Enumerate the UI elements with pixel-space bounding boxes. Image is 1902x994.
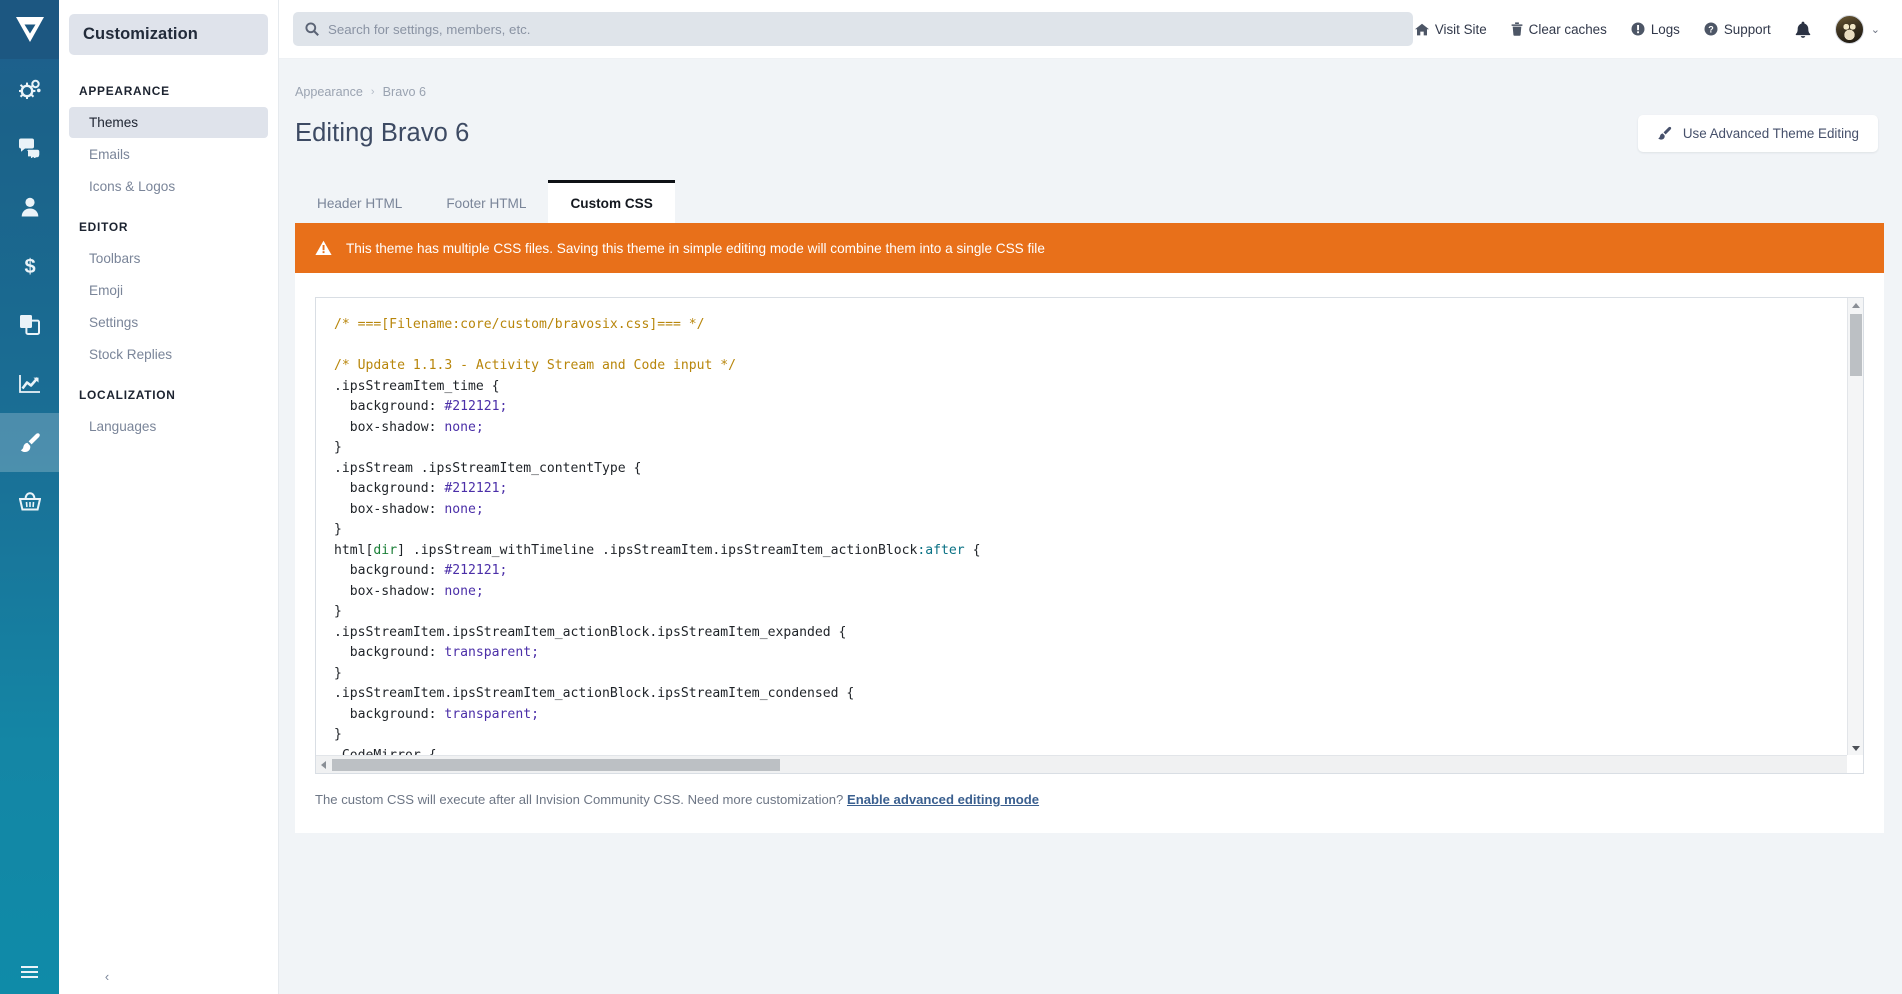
breadcrumb-item-appearance[interactable]: Appearance xyxy=(295,85,363,99)
breadcrumb: Appearance › Bravo 6 xyxy=(279,59,1902,99)
paintbrush-icon xyxy=(19,432,41,454)
multiple-css-files-alert: This theme has multiple CSS files. Savin… xyxy=(295,223,1884,273)
rail-item-stats[interactable] xyxy=(0,354,59,413)
chevron-left-icon: ‹ xyxy=(105,969,109,984)
scroll-left-arrow-icon[interactable] xyxy=(316,761,330,769)
sidebar-collapse-button[interactable]: ‹ xyxy=(95,958,119,994)
trash-icon xyxy=(1511,22,1523,36)
visit-site-link[interactable]: Visit Site xyxy=(1415,22,1487,37)
info-circle-icon xyxy=(1631,22,1645,36)
secondary-sidebar: Customization APPEARANCE Themes Emails I… xyxy=(59,0,279,994)
top-nav: Visit Site Clear caches Logs ? xyxy=(1415,15,1880,44)
rail-item-pages[interactable] xyxy=(0,295,59,354)
sidebar-group-appearance: APPEARANCE xyxy=(59,67,278,106)
enable-advanced-editing-mode-link[interactable]: Enable advanced editing mode xyxy=(847,792,1039,807)
invision-community-logo[interactable] xyxy=(0,0,59,59)
chart-line-icon xyxy=(19,374,41,394)
sidebar-group-editor: EDITOR xyxy=(59,203,278,242)
basket-icon xyxy=(19,492,41,511)
comments-icon xyxy=(18,138,41,158)
rail-item-commerce[interactable]: $ xyxy=(0,236,59,295)
clear-caches-label: Clear caches xyxy=(1529,22,1607,37)
editor-vertical-scrollbar[interactable] xyxy=(1847,298,1863,755)
editor-wrapper: /* ===[Filename:core/custom/bravosix.css… xyxy=(295,273,1884,774)
main-column: Visit Site Clear caches Logs ? xyxy=(279,0,1902,994)
tab-header-html[interactable]: Header HTML xyxy=(295,180,424,223)
sidebar-item-settings[interactable]: Settings xyxy=(69,307,268,338)
sidebar-title: Customization xyxy=(69,14,268,55)
page-header: Editing Bravo 6 Use Advanced Theme Editi… xyxy=(279,99,1902,152)
chevron-down-icon: ⌄ xyxy=(1871,23,1880,36)
alert-text: This theme has multiple CSS files. Savin… xyxy=(346,241,1045,256)
editor-horizontal-scrollbar[interactable] xyxy=(316,755,1847,773)
top-bar: Visit Site Clear caches Logs ? xyxy=(279,0,1902,59)
editor-footer-note: The custom CSS will execute after all In… xyxy=(295,774,1884,833)
breadcrumb-item-theme[interactable]: Bravo 6 xyxy=(383,85,426,99)
home-icon xyxy=(1415,23,1429,36)
advanced-button-label: Use Advanced Theme Editing xyxy=(1683,126,1859,141)
scroll-down-arrow-icon[interactable] xyxy=(1848,741,1864,755)
search-input[interactable] xyxy=(328,22,1401,37)
content-area: Appearance › Bravo 6 Editing Bravo 6 Use… xyxy=(279,59,1902,994)
hamburger-icon xyxy=(21,966,38,978)
use-advanced-theme-editing-button[interactable]: Use Advanced Theme Editing xyxy=(1638,115,1878,152)
sidebar-item-languages[interactable]: Languages xyxy=(69,411,268,442)
page-title: Editing Bravo 6 xyxy=(295,119,469,148)
visit-site-label: Visit Site xyxy=(1435,22,1487,37)
clear-caches-link[interactable]: Clear caches xyxy=(1511,22,1607,37)
svg-text:?: ? xyxy=(1708,25,1714,35)
support-label: Support xyxy=(1724,22,1771,37)
rail-item-members[interactable] xyxy=(0,177,59,236)
code-editor-content[interactable]: /* ===[Filename:core/custom/bravosix.css… xyxy=(316,298,1847,755)
sidebar-item-toolbars[interactable]: Toolbars xyxy=(69,243,268,274)
question-circle-icon: ? xyxy=(1704,22,1718,36)
gears-icon xyxy=(19,79,41,99)
sidebar-item-emoji[interactable]: Emoji xyxy=(69,275,268,306)
rail-menu-toggle[interactable] xyxy=(0,950,59,994)
notifications-button[interactable] xyxy=(1795,21,1811,38)
user-menu[interactable]: ⌄ xyxy=(1835,15,1880,44)
avatar xyxy=(1835,15,1864,44)
dollar-icon: $ xyxy=(23,255,37,277)
sidebar-group-localization: LOCALIZATION xyxy=(59,371,278,410)
svg-text:$: $ xyxy=(24,256,35,277)
rail-item-store[interactable] xyxy=(0,472,59,531)
bell-icon xyxy=(1795,21,1811,38)
paintbrush-icon xyxy=(1657,126,1672,141)
sidebar-item-themes[interactable]: Themes xyxy=(69,107,268,138)
editor-tabs: Header HTML Footer HTML Custom CSS xyxy=(279,152,1902,223)
primary-icon-rail: $ xyxy=(0,0,59,994)
search-box[interactable] xyxy=(293,12,1413,46)
tab-footer-html[interactable]: Footer HTML xyxy=(424,180,548,223)
logs-label: Logs xyxy=(1651,22,1680,37)
warning-triangle-icon xyxy=(315,240,332,256)
admin-cp-window: $ Customizatio xyxy=(0,0,1902,994)
footer-note-text: The custom CSS will execute after all In… xyxy=(315,792,843,807)
horizontal-scroll-thumb[interactable] xyxy=(332,759,780,771)
scroll-right-arrow-icon[interactable] xyxy=(1863,755,1864,773)
sidebar-item-icons-logos[interactable]: Icons & Logos xyxy=(69,171,268,202)
sidebar-item-emails[interactable]: Emails xyxy=(69,139,268,170)
rail-item-community[interactable] xyxy=(0,118,59,177)
vertical-scroll-thumb[interactable] xyxy=(1850,314,1862,376)
chevron-right-icon: › xyxy=(371,86,375,98)
user-icon xyxy=(21,197,39,217)
scroll-up-arrow-icon[interactable] xyxy=(1848,298,1864,312)
rail-item-system-settings[interactable] xyxy=(0,59,59,118)
tab-custom-css[interactable]: Custom CSS xyxy=(548,180,674,223)
search-icon xyxy=(305,22,319,36)
support-link[interactable]: ? Support xyxy=(1704,22,1771,37)
editor-panel: This theme has multiple CSS files. Savin… xyxy=(295,223,1884,833)
copy-pages-icon xyxy=(19,314,40,335)
code-editor[interactable]: /* ===[Filename:core/custom/bravosix.css… xyxy=(315,297,1864,774)
rail-item-customization[interactable] xyxy=(0,413,59,472)
logs-link[interactable]: Logs xyxy=(1631,22,1680,37)
sidebar-item-stock-replies[interactable]: Stock Replies xyxy=(69,339,268,370)
